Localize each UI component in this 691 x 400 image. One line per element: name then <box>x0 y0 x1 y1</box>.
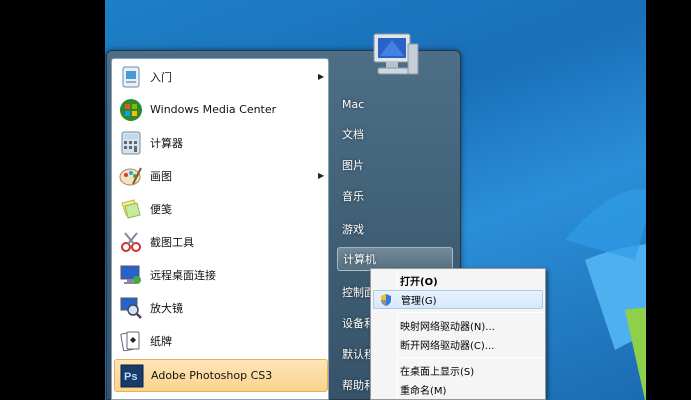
ctx-item-rename[interactable]: 重命名(M) <box>373 380 543 399</box>
program-label: 远程桌面连接 <box>150 268 216 282</box>
magnifier-icon <box>118 295 144 321</box>
program-label: 便笺 <box>150 202 172 216</box>
ctx-separator <box>399 312 543 313</box>
program-item-solitaire[interactable]: 纸牌 <box>114 325 328 356</box>
context-menu: 打开(O) 管理(G) 映射网络驱动器(N)... 断开网络驱动器(C)... … <box>370 268 546 400</box>
sticky-notes-icon <box>118 196 144 222</box>
program-item-calculator[interactable]: 计算器 <box>114 127 328 158</box>
program-item-remote-desktop[interactable]: 远程桌面连接 <box>114 259 328 290</box>
remote-desktop-icon <box>118 262 144 288</box>
uac-shield-icon <box>381 294 391 306</box>
program-label: 截图工具 <box>150 235 194 249</box>
snipping-tool-icon <box>118 229 144 255</box>
program-item-media-center[interactable]: Windows Media Center <box>114 94 328 125</box>
paint-icon <box>118 163 144 189</box>
program-item-sticky-notes[interactable]: 便笺 <box>114 193 328 224</box>
right-item-mac[interactable]: Mac <box>337 92 453 116</box>
programs-pane: 入门 ▶ Windows Media Center 计算器 画图 ▶ 便笺 截图… <box>111 58 329 400</box>
photoshop-icon: Ps <box>119 363 145 389</box>
ctx-item-disconnect-drive[interactable]: 断开网络驱动器(C)... <box>373 335 543 354</box>
solitaire-icon <box>118 328 144 354</box>
program-label: Windows Media Center <box>150 103 277 116</box>
submenu-arrow-icon: ▶ <box>318 72 325 81</box>
program-item-paint[interactable]: 画图 ▶ <box>114 160 328 191</box>
ctx-item-manage[interactable]: 管理(G) <box>373 290 543 309</box>
ctx-item-label: 管理(G) <box>401 296 437 307</box>
submenu-arrow-icon: ▶ <box>318 171 325 180</box>
getting-started-icon <box>118 64 144 90</box>
program-label: 纸牌 <box>150 334 172 348</box>
right-item-games[interactable]: 游戏 <box>337 217 453 241</box>
ctx-item-map-drive[interactable]: 映射网络驱动器(N)... <box>373 316 543 335</box>
program-item-magnifier[interactable]: 放大镜 <box>114 292 328 323</box>
media-center-icon <box>118 97 144 123</box>
ctx-item-open[interactable]: 打开(O) <box>373 271 543 290</box>
program-item-photoshop[interactable]: Ps Adobe Photoshop CS3 <box>114 359 328 392</box>
ctx-separator <box>399 357 543 358</box>
svg-text:Ps: Ps <box>124 371 137 383</box>
program-label: 入门 <box>150 70 172 84</box>
program-label: 画图 <box>150 169 172 183</box>
program-item-getting-started[interactable]: 入门 ▶ <box>114 61 328 92</box>
computer-user-icon <box>373 33 419 75</box>
program-label: 放大镜 <box>150 301 183 315</box>
right-item-pictures[interactable]: 图片 <box>337 153 453 177</box>
right-item-documents[interactable]: 文档 <box>337 122 453 146</box>
program-label: Adobe Photoshop CS3 <box>151 369 273 382</box>
program-label: 计算器 <box>150 136 183 150</box>
calculator-icon <box>118 130 144 156</box>
program-item-snipping-tool[interactable]: 截图工具 <box>114 226 328 257</box>
ctx-item-show-on-desktop[interactable]: 在桌面上显示(S) <box>373 361 543 380</box>
right-item-music[interactable]: 音乐 <box>337 184 453 208</box>
